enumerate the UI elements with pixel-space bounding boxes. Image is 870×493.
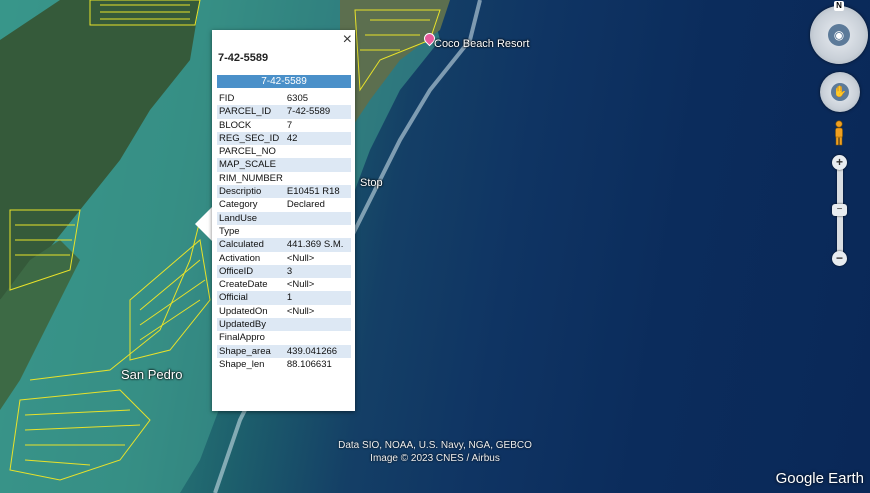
zoom-in-button[interactable]: + [832, 155, 847, 170]
attribute-value [285, 172, 351, 185]
zoom-out-button[interactable]: − [832, 251, 847, 266]
attribute-row: Activation <Null> [217, 252, 351, 265]
place-label-san-pedro[interactable]: San Pedro [121, 367, 182, 382]
attribute-key: UpdatedBy [217, 318, 285, 332]
attribute-row: PARCEL_NO [217, 145, 351, 158]
attribute-row: CreateDate <Null> [217, 278, 351, 291]
attribute-key: Category [219, 199, 258, 211]
hand-icon[interactable]: ✋ [831, 83, 849, 101]
attribute-value: E10451 R18 [284, 185, 351, 199]
attribute-key: RIM_NUMBER [219, 172, 283, 184]
attribute-key: Official [217, 291, 285, 305]
attribute-row: OfficeID 3 [217, 264, 351, 279]
attribute-key: REG_SEC_ID [217, 131, 285, 146]
attribute-table: FID 6305 PARCEL_ID 7-42-5589 BLOCK 7 REG_SEC_I… [217, 92, 351, 371]
attribute-value: 439.041266 [284, 344, 351, 358]
attribute-key: FID [219, 93, 235, 104]
attribute-row: Official 1 [217, 291, 351, 305]
attribute-value: <Null> [286, 305, 315, 317]
zoom-slider-thumb[interactable]: − [832, 204, 847, 216]
attribute-value [285, 225, 351, 238]
attribute-key: Descriptio [217, 185, 285, 199]
pegman-icon[interactable] [833, 120, 845, 146]
attribute-row: FinalAppro [217, 331, 351, 344]
attribute-row: BLOCK 7 [217, 119, 351, 132]
attribute-value: 6305 [286, 93, 309, 104]
attribute-key: CreateDate [219, 279, 268, 291]
parcel-info-balloon: × 7-42-5589 7-42-5589 FID 6305 PARCEL_ID 7-… [212, 30, 355, 411]
attribute-row: Calculated 441.369 S.M. [217, 238, 351, 252]
attribute-row: PARCEL_ID 7-42-5589 [217, 105, 351, 119]
attribute-value [285, 331, 351, 344]
attribute-value: <Null> [286, 252, 315, 264]
attribute-row: UpdatedBy [217, 318, 351, 332]
balloon-pointer [195, 207, 212, 241]
attribute-row: FID 6305 [217, 92, 351, 105]
attribute-key: Calculated [217, 238, 285, 252]
poi-partial-label: Stop [360, 177, 383, 189]
attribute-key: Shape_len [219, 358, 265, 370]
attribution-line-2: Image © 2023 CNES / Airbus [370, 453, 500, 464]
attribute-value: 88.106631 [286, 358, 332, 370]
attribution-line-1: Data SIO, NOAA, U.S. Navy, NGA, GEBCO [338, 440, 532, 451]
attribute-value [285, 145, 351, 158]
attribute-table-header: 7-42-5589 [217, 75, 351, 88]
attribute-row: LandUse [217, 211, 351, 225]
google-earth-logo: Google Earth [775, 470, 864, 487]
attribute-value: <Null> [286, 279, 315, 291]
attribute-key: PARCEL_ID [217, 105, 285, 119]
attribute-key: UpdatedOn [219, 305, 268, 317]
poi-label[interactable]: Coco Beach Resort [434, 38, 529, 50]
attribute-key: FinalAppro [219, 332, 265, 344]
attribute-value [284, 158, 351, 172]
attribute-row: REG_SEC_ID 42 [217, 131, 351, 146]
attribute-row: Descriptio E10451 R18 [217, 185, 351, 199]
attribute-row: Type [217, 225, 351, 238]
attribute-key: PARCEL_NO [219, 146, 276, 158]
attribute-key: BLOCK [219, 119, 252, 131]
attribute-value: 42 [284, 131, 351, 146]
attribute-value: 3 [284, 264, 351, 279]
eye-icon[interactable]: ◉ [828, 24, 850, 46]
attribute-key: Type [219, 225, 240, 237]
balloon-title: 7-42-5589 [218, 52, 269, 64]
attribute-value: 7-42-5589 [284, 105, 351, 119]
attribute-row: MAP_SCALE [217, 158, 351, 172]
attribute-key: OfficeID [217, 264, 285, 279]
attribute-key: Shape_area [217, 344, 285, 358]
north-indicator[interactable]: N [834, 1, 844, 11]
attribute-row: Category Declared [217, 198, 351, 211]
map-view[interactable]: Coco Beach Resort Stop San Pedro Data SI… [0, 0, 870, 493]
attribute-value: 441.369 S.M. [284, 238, 351, 252]
attribute-row: Shape_area 439.041266 [217, 344, 351, 358]
attribute-key: Activation [219, 252, 261, 264]
attribute-key: LandUse [217, 211, 285, 225]
attribute-value: 7 [286, 119, 293, 131]
attribute-value: Declared [286, 199, 325, 211]
attribute-value [284, 318, 351, 332]
close-balloon-button[interactable]: × [343, 31, 352, 49]
attribute-value [284, 211, 351, 225]
attribute-row: UpdatedOn <Null> [217, 305, 351, 318]
satellite-imagery [0, 0, 482, 493]
attribute-row: RIM_NUMBER [217, 172, 351, 185]
attribute-key: MAP_SCALE [217, 158, 285, 172]
attribute-row: Shape_len 88.106631 [217, 358, 351, 371]
attribute-value: 1 [284, 291, 351, 305]
